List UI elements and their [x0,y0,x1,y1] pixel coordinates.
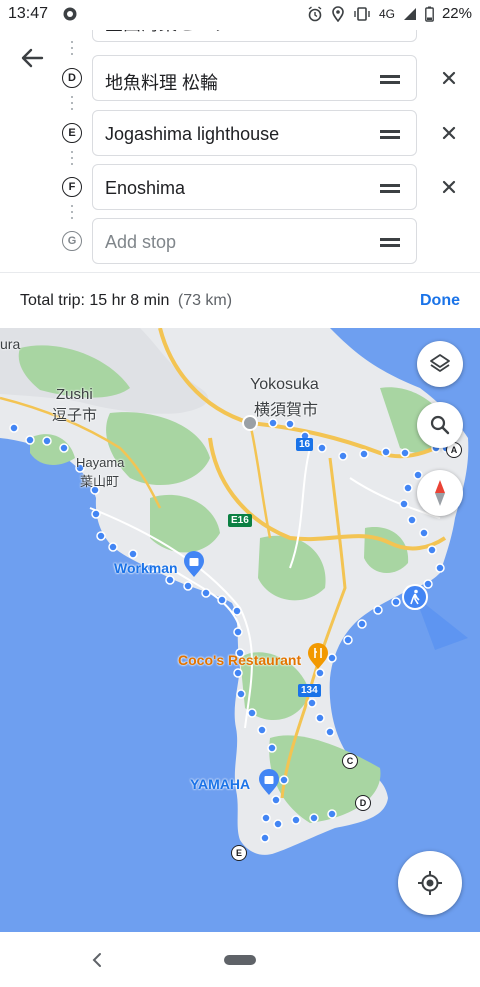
route-sign-e16: E16 [228,514,252,527]
nav-home-pill[interactable] [224,955,256,965]
trip-summary: Total trip: 15 hr 8 min (73 km) [20,292,232,310]
map-marker-c[interactable]: C [342,753,358,769]
remove-stop-e-button[interactable] [438,122,460,144]
map-marker-e[interactable]: E [231,845,247,861]
place-label-kamakura: ura [0,336,21,352]
stop-marker-f: F [62,177,82,197]
network-type: 4G [378,6,395,21]
shopping-pin-icon[interactable] [182,550,206,583]
notification-icon [62,6,78,27]
drag-handle-icon[interactable] [380,183,400,193]
search-icon [430,415,450,435]
map-view[interactable]: ura Yokosuka 横須賀市 Zushi 逗子市 Hayama 葉山町 1… [0,328,480,932]
layers-icon [430,354,450,372]
poi-label-yamaha[interactable]: YAMAHA [190,776,250,792]
drag-handle-icon[interactable] [380,237,400,247]
chevron-left-icon [92,953,101,967]
trip-duration: Total trip: 15 hr 8 min [20,292,170,309]
shopping-pin-icon[interactable] [257,768,281,801]
battery-icon [425,6,434,22]
directions-panel: C 金田海業センター D 地魚料理 松輪 E [0,0,480,328]
stop-text-d: 地魚料理 松輪 [105,73,219,93]
stop-field-f[interactable]: Enoshima [92,164,417,210]
stop-text-e: Jogashima lighthouse [105,124,280,144]
stop-marker-d: D [62,68,82,88]
remove-stop-f-button[interactable] [438,176,460,198]
nav-back-button[interactable] [88,950,108,975]
place-label-hayama: Hayama [76,455,125,470]
trip-distance: (73 km) [177,292,233,309]
place-label-yokosuka-ja: 横須賀市 [254,402,319,419]
add-stop-field[interactable]: Add stop [92,218,417,264]
stop-row-f: F Enoshima [0,164,480,210]
close-icon [442,180,456,194]
drag-handle-icon[interactable] [380,129,400,139]
signal-icon [403,7,417,21]
route-sign-134: 134 [298,684,321,697]
stop-text-f: Enoshima [105,178,186,198]
divider [0,272,480,273]
stop-row-e: E Jogashima lighthouse [0,110,480,156]
maps-directions-screen: C 金田海業センター D 地魚料理 松輪 E [0,0,480,987]
remove-stop-d-button[interactable] [438,67,460,89]
layers-button[interactable] [417,341,463,387]
route-sign-16: 16 [296,438,314,451]
vibrate-icon [353,6,371,22]
stop-row-d: D 地魚料理 松輪 [0,55,480,101]
add-stop-placeholder: Add stop [105,232,177,252]
search-along-route-button[interactable] [417,402,463,448]
battery-level: 22% [441,5,472,22]
close-icon [442,71,456,85]
place-label-zushi-ja: 逗子市 [52,407,98,424]
stop-field-d[interactable]: 地魚料理 松輪 [92,55,417,101]
status-time: 13:47 [8,5,49,22]
walking-location-icon[interactable] [402,584,428,610]
place-label-yokosuka: Yokosuka [250,376,319,393]
poi-label-cocos[interactable]: Coco's Restaurant [178,652,301,668]
drag-handle-icon[interactable] [380,74,400,84]
map-marker-d[interactable]: D [355,795,371,811]
my-location-button[interactable] [398,851,462,915]
alarm-icon [307,5,323,22]
place-label-hayama-ja: 葉山町 [80,474,120,489]
place-label-zushi: Zushi [56,386,93,403]
close-icon [442,126,456,140]
stop-marker-g: G [62,231,82,251]
restaurant-pin-icon[interactable] [306,642,330,675]
system-nav-bar [0,932,480,987]
poi-label-workman[interactable]: Workman [114,560,178,576]
status-icons: 4G 22% [307,5,472,22]
my-location-icon [418,871,442,895]
compass-button[interactable] [417,470,463,516]
compass-icon [435,480,445,506]
location-icon [331,5,345,22]
done-button[interactable]: Done [420,292,460,310]
stop-marker-e: E [62,123,82,143]
stop-field-e[interactable]: Jogashima lighthouse [92,110,417,156]
stop-row-g: G Add stop [0,218,480,264]
status-bar: 13:47 4G 22% [0,0,480,30]
